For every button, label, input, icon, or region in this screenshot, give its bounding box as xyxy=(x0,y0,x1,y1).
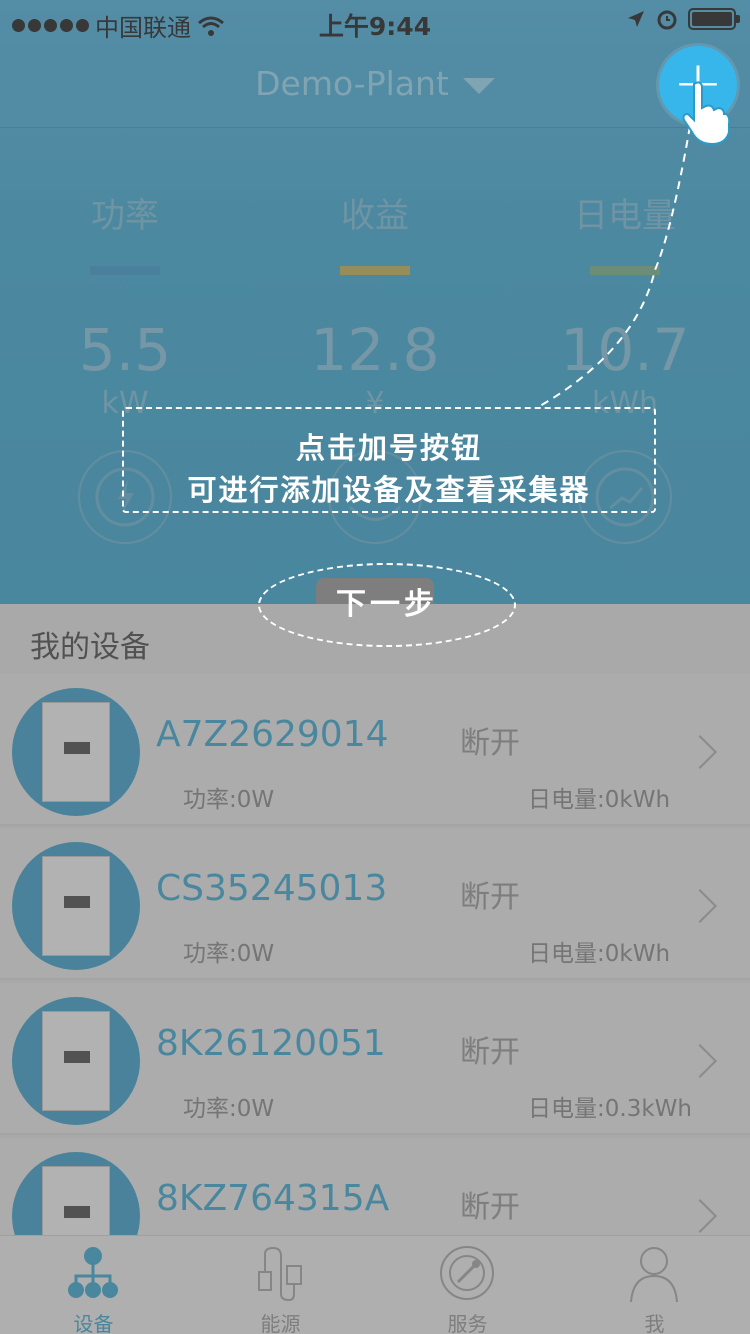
guide-text-line2: 可进行添加设备及查看采集器 xyxy=(187,473,591,507)
guide-tooltip: 点击加号按钮 可进行添加设备及查看采集器 xyxy=(122,407,656,513)
guide-pointer-line xyxy=(539,125,691,407)
onboarding-guide: + 点击加号按钮 可进行添加设备及查看采集器 下一步 xyxy=(0,0,750,1334)
tap-hand-icon xyxy=(682,81,730,146)
guide-text-line1: 点击加号按钮 xyxy=(295,431,482,465)
next-step-button[interactable]: 下一步 xyxy=(258,563,516,647)
